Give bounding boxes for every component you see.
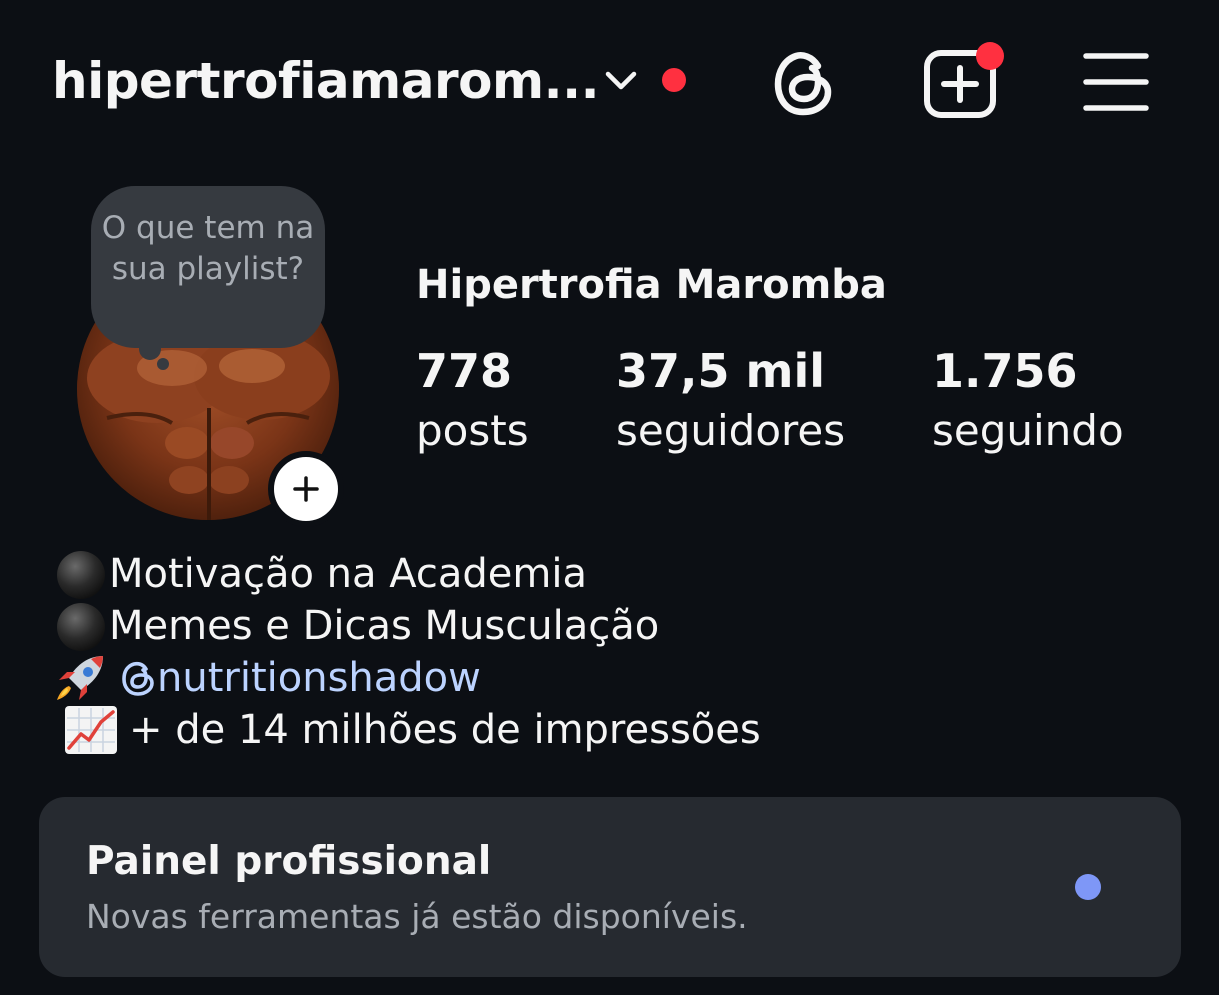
followers-count: 37,5 mil [616,344,825,398]
dashboard-subtitle: Novas ferramentas já estão disponíveis. [86,897,748,936]
bio-line: nutritionshadow [53,652,761,704]
posts-label: posts [416,406,529,455]
profile-username[interactable]: hipertrofiamarom... [52,50,600,112]
followers-label: seguidores [616,406,846,455]
create-notification-dot [976,42,1004,70]
threads-icon [122,661,154,696]
following-stat[interactable]: 1.756 seguindo [932,342,1124,462]
note-text: O que tem na sua playlist? [101,210,315,287]
posts-count: 778 [416,344,513,398]
add-story-button[interactable] [268,451,344,527]
posts-stat[interactable]: 778 posts [416,342,529,462]
plus-icon [293,476,319,502]
chevron-down-icon[interactable] [600,66,642,96]
bio-text: Memes e Dicas Musculação [109,603,660,649]
profile-bio: Motivação na Academia Memes e Dicas Musc… [53,548,761,756]
mention-handle: nutritionshadow [157,655,481,701]
black-circle-icon [53,548,109,600]
note-bubble-tail-small [157,358,169,370]
note-bubble[interactable]: O que tem na sua playlist? [91,186,325,348]
note-bubble-tail [139,338,161,360]
dashboard-title: Painel profissional [86,839,492,884]
bio-text: + de 14 milhões de impressões [129,707,761,753]
bio-line: Memes e Dicas Musculação [53,600,761,652]
followers-stat[interactable]: 37,5 mil seguidores [616,342,845,462]
professional-dashboard-card[interactable]: Painel profissional Novas ferramentas já… [39,797,1181,977]
black-circle-icon [53,600,109,652]
chart-increasing-icon [53,704,129,756]
bio-line: Motivação na Academia [53,548,761,600]
bio-line: + de 14 milhões de impressões [53,704,761,756]
account-notification-dot [662,68,686,92]
mention-link[interactable]: nutritionshadow [119,652,481,704]
dashboard-new-indicator [1075,874,1101,900]
following-count: 1.756 [932,344,1078,398]
following-label: seguindo [932,406,1124,455]
menu-icon[interactable] [1082,50,1150,114]
threads-icon[interactable] [768,46,838,120]
rocket-icon [53,652,119,704]
bio-text: Motivação na Academia [109,551,587,597]
profile-display-name: Hipertrofia Maromba [416,262,887,308]
